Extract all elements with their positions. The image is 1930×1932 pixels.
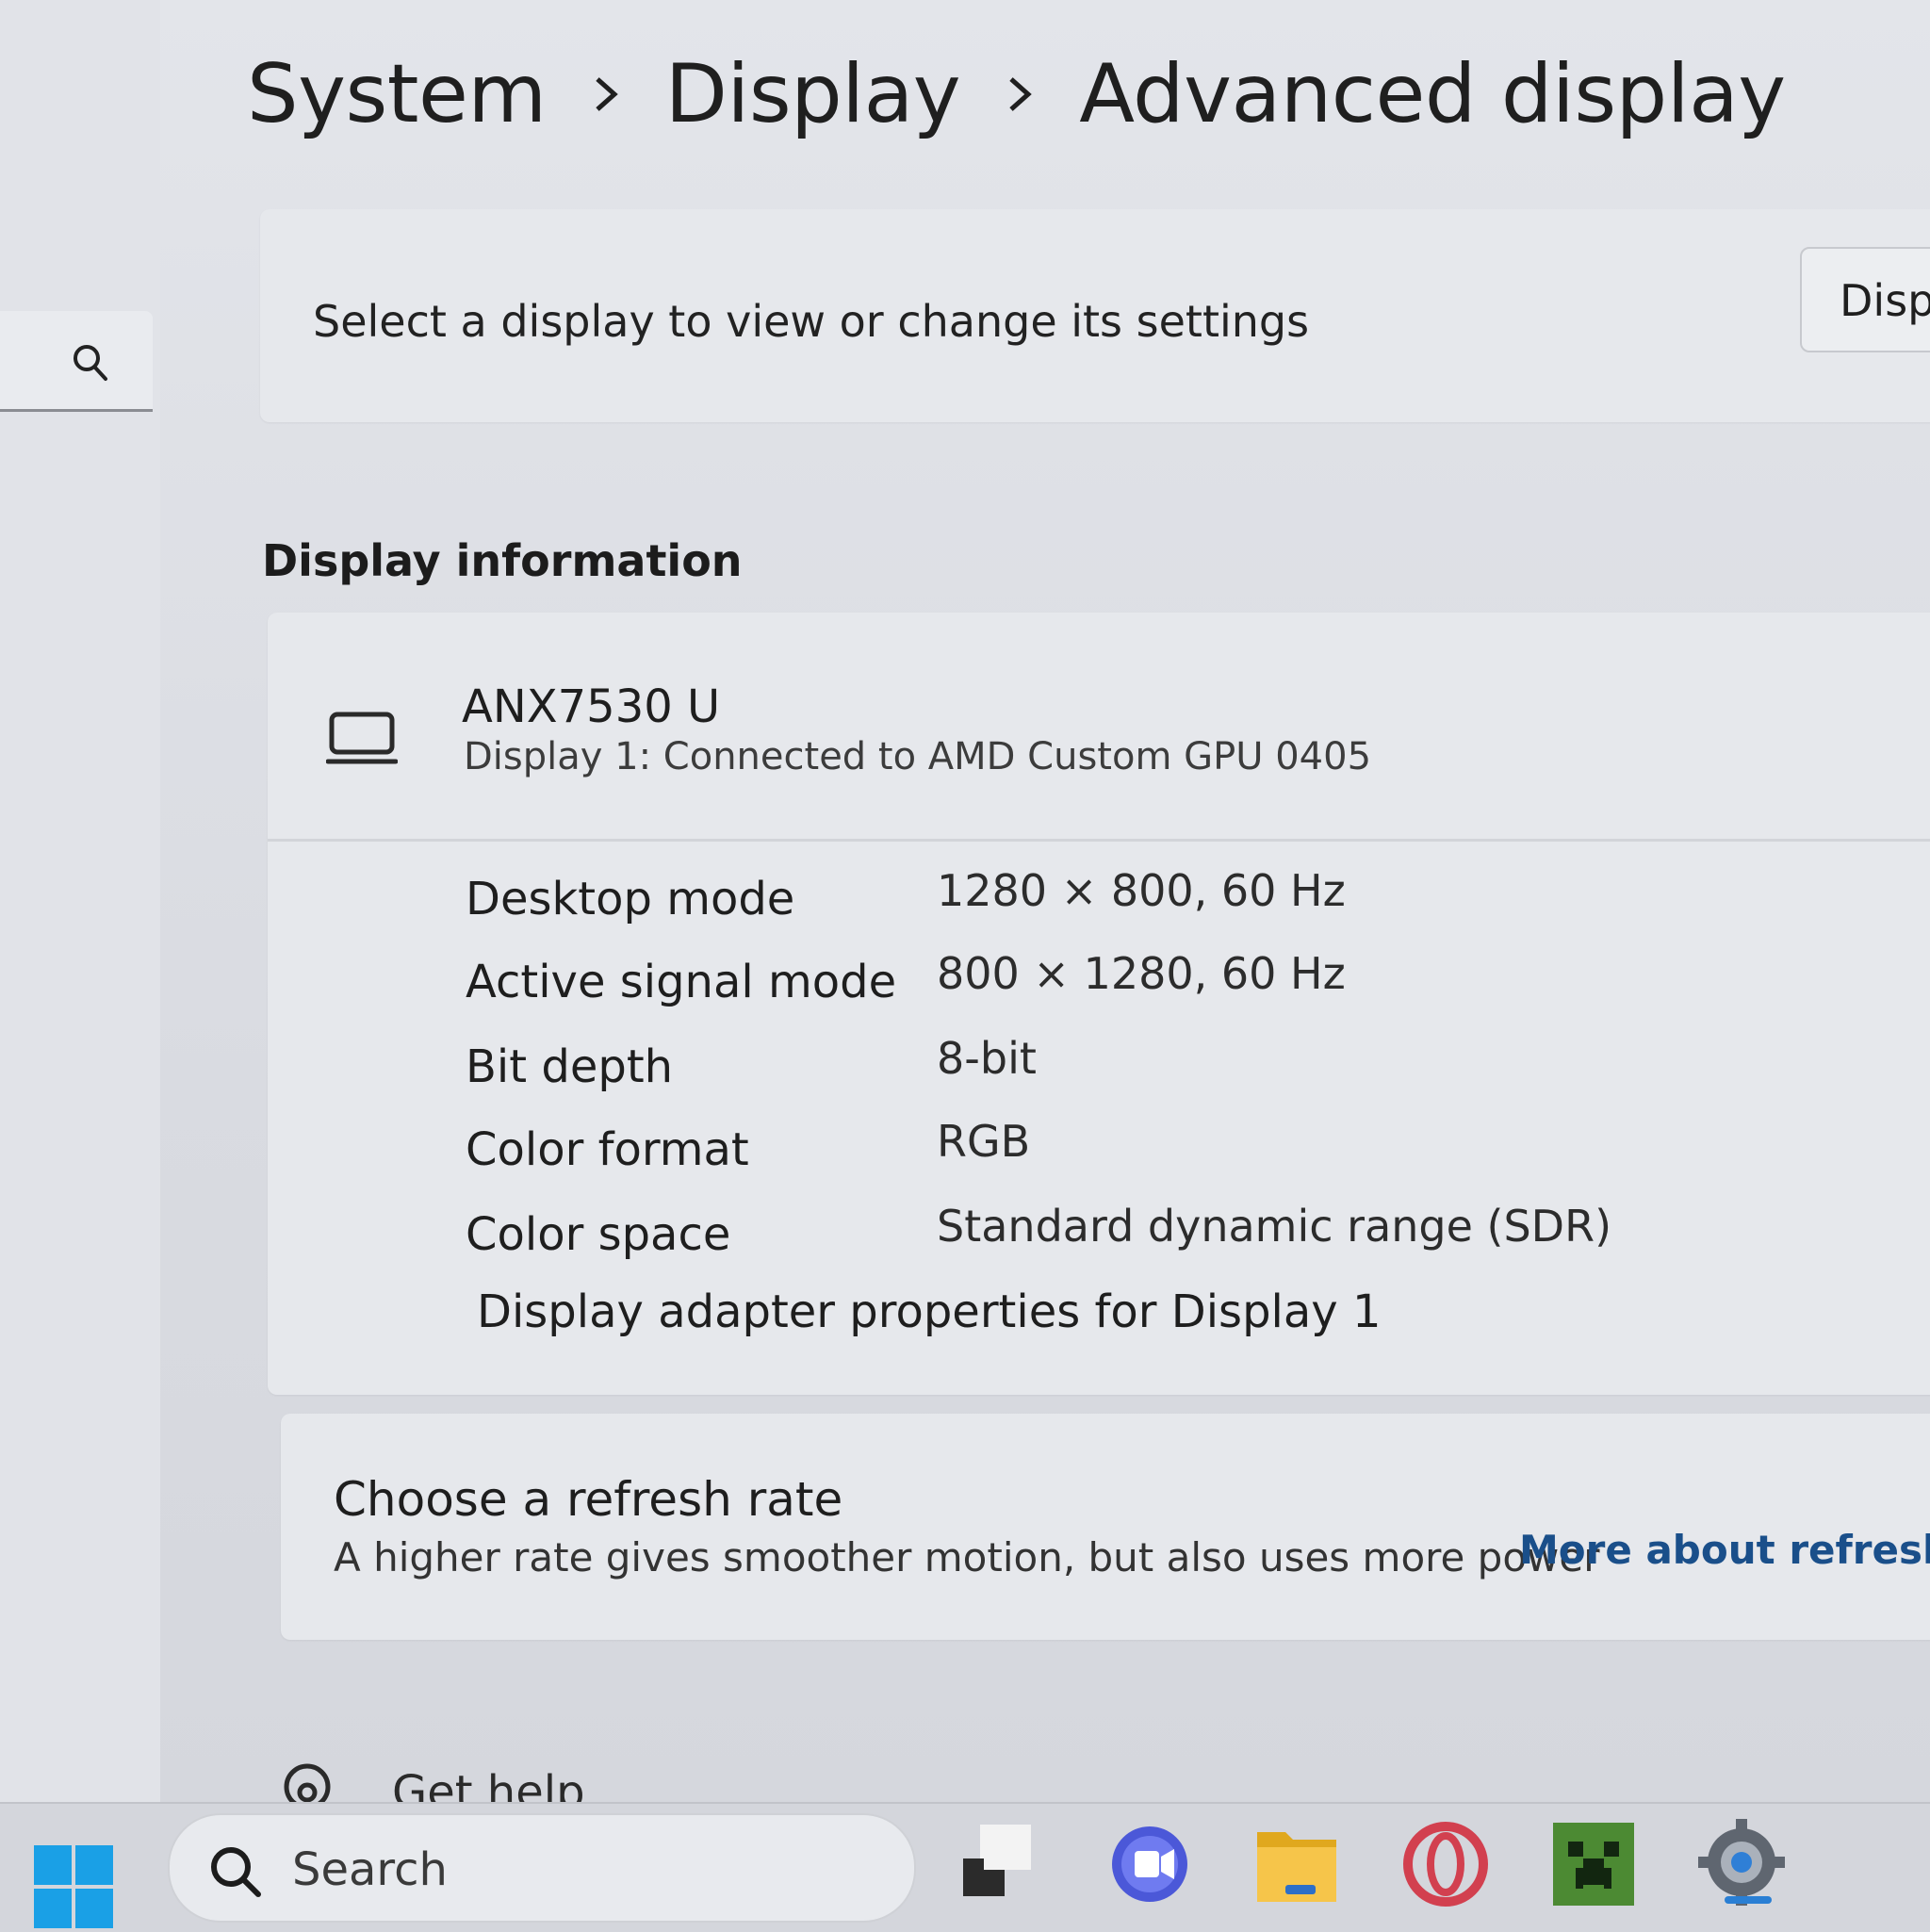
taskbar-search-box[interactable]: Search	[168, 1813, 916, 1923]
refresh-rate-description: A higher rate gives smoother motion, but…	[334, 1534, 1600, 1580]
display-information-card: ANX7530 U Display 1: Connected to AMD Cu…	[268, 613, 1930, 1395]
refresh-rate-title: Choose a refresh rate	[334, 1472, 843, 1527]
info-row-key: Color format	[466, 1123, 749, 1176]
monitor-connection-subtitle: Display 1: Connected to AMD Custom GPU 0…	[464, 735, 1372, 778]
meet-icon[interactable]	[1104, 1815, 1195, 1913]
info-row-color-space: Color space Standard dynamic range (SDR)	[466, 1201, 1785, 1284]
info-row-key: Desktop mode	[466, 873, 795, 925]
search-icon	[74, 345, 107, 381]
task-view-icon[interactable]	[946, 1815, 1037, 1913]
get-help-link[interactable]: Get help	[281, 1753, 658, 1809]
laptop-monitor-icon	[326, 712, 398, 764]
info-row-bit-depth: Bit depth 8-bit	[466, 1033, 1785, 1116]
display-selector-label: Disp	[1840, 275, 1930, 326]
breadcrumb-display[interactable]: Display	[665, 47, 961, 141]
breadcrumb: System Display Advanced display	[247, 38, 1786, 151]
display-selector-dropdown[interactable]: Disp	[1800, 247, 1930, 352]
left-nav-pane	[0, 0, 160, 1805]
chevron-right-icon	[1006, 74, 1034, 115]
select-display-label: Select a display to view or change its s…	[313, 296, 1310, 347]
start-windows-icon[interactable]	[34, 1845, 115, 1932]
info-row-color-format: Color format RGB	[466, 1116, 1785, 1199]
active-app-indicator	[1725, 1896, 1772, 1904]
info-row-desktop-mode: Desktop mode 1280 × 800, 60 Hz	[466, 865, 1785, 948]
info-row-value: Standard dynamic range (SDR)	[937, 1201, 1612, 1252]
display-information-header: ANX7530 U Display 1: Connected to AMD Cu…	[268, 613, 1930, 842]
info-row-value: RGB	[937, 1116, 1031, 1167]
search-icon	[211, 1847, 261, 1897]
chevron-right-icon	[592, 74, 620, 115]
section-title-display-information: Display information	[262, 535, 743, 586]
display-adapter-properties-link[interactable]: Display adapter properties for Display 1	[477, 1285, 1381, 1338]
opera-icon[interactable]	[1400, 1815, 1491, 1913]
info-row-active-signal-mode: Active signal mode 800 × 1280, 60 Hz	[466, 948, 1785, 1031]
minecraft-icon[interactable]	[1549, 1815, 1640, 1913]
info-row-value: 8-bit	[937, 1033, 1037, 1084]
file-explorer-icon[interactable]	[1251, 1815, 1342, 1913]
taskbar-search-placeholder: Search	[292, 1843, 448, 1896]
find-setting-search-box[interactable]	[0, 311, 153, 412]
breadcrumb-system[interactable]: System	[247, 47, 547, 141]
breadcrumb-advanced-display: Advanced display	[1079, 47, 1786, 141]
info-row-key: Bit depth	[466, 1040, 674, 1093]
more-about-refresh-rate-link[interactable]: More about refresh ra	[1519, 1527, 1930, 1573]
monitor-name: ANX7530 U	[462, 680, 721, 733]
select-display-card: Select a display to view or change its s…	[260, 209, 1930, 422]
info-row-value: 800 × 1280, 60 Hz	[937, 948, 1346, 999]
taskbar: Search	[0, 1802, 1930, 1932]
info-row-value: 1280 × 800, 60 Hz	[937, 865, 1346, 916]
refresh-rate-card: Choose a refresh rate A higher rate give…	[281, 1414, 1930, 1640]
info-row-key: Active signal mode	[466, 956, 897, 1008]
info-row-key: Color space	[466, 1208, 731, 1261]
